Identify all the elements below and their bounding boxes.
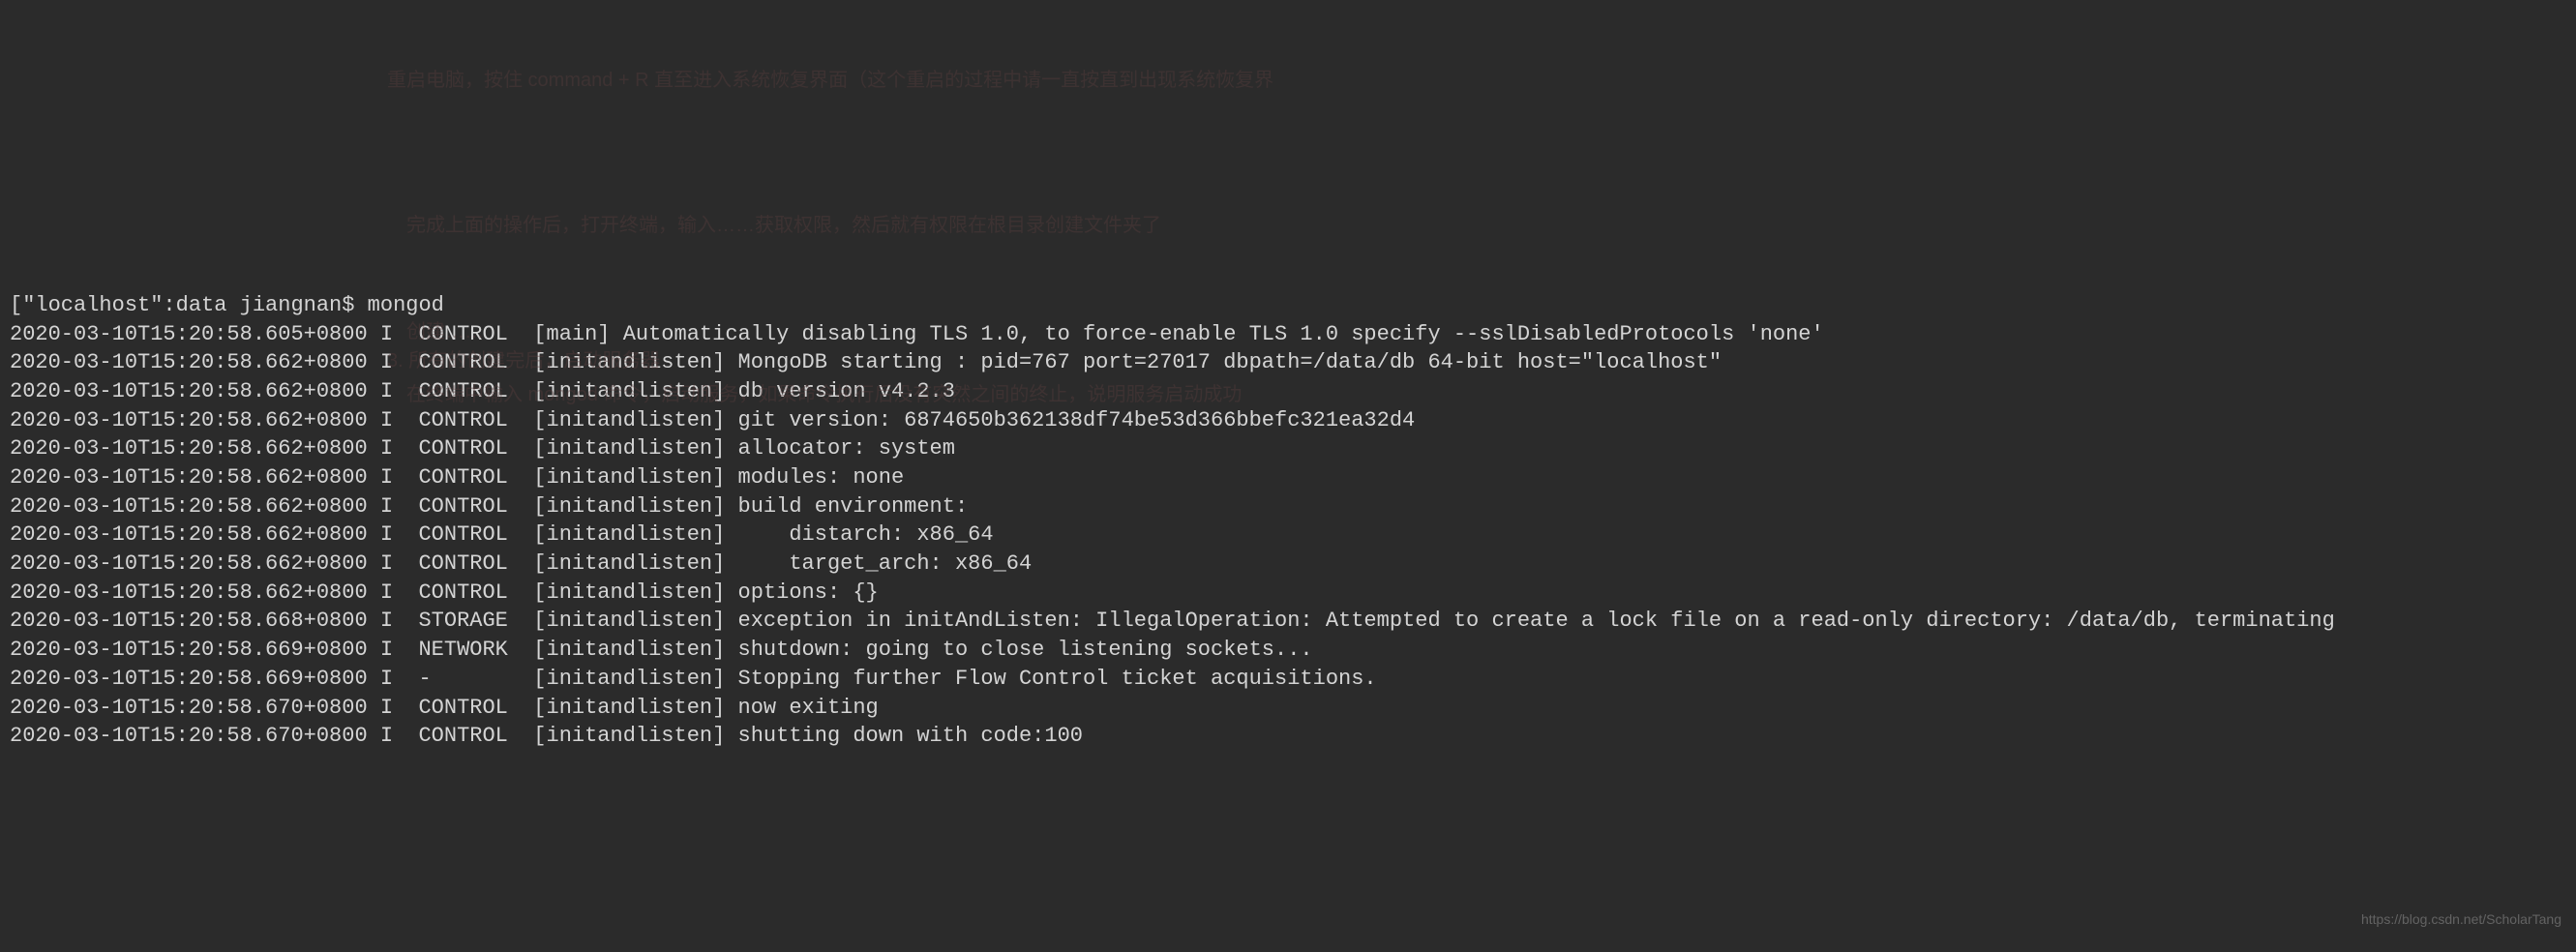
background-text-1: 重启电脑，按住 command + R 直至进入系统恢复界面（这个重启的过程中请… — [387, 68, 1273, 94]
terminal-prompt: ["localhost":data jiangnan$ mongod — [10, 293, 444, 317]
terminal-output[interactable]: ["localhost":data jiangnan$ mongod 2020-… — [10, 291, 2566, 751]
log-line: 2020-03-10T15:20:58.662+0800 I CONTROL [… — [10, 377, 2566, 406]
prompt-text: ["localhost":data jiangnan$ — [10, 293, 368, 317]
log-line: 2020-03-10T15:20:58.662+0800 I CONTROL [… — [10, 492, 2566, 521]
log-line: 2020-03-10T15:20:58.662+0800 I CONTROL [… — [10, 434, 2566, 463]
log-line: 2020-03-10T15:20:58.670+0800 I CONTROL [… — [10, 694, 2566, 723]
log-line: 2020-03-10T15:20:58.662+0800 I CONTROL [… — [10, 348, 2566, 377]
log-line: 2020-03-10T15:20:58.662+0800 I CONTROL [… — [10, 406, 2566, 435]
log-line: 2020-03-10T15:20:58.668+0800 I STORAGE [… — [10, 607, 2566, 636]
watermark-text: https://blog.csdn.net/ScholarTang — [2361, 910, 2561, 929]
log-line: 2020-03-10T15:20:58.662+0800 I CONTROL [… — [10, 579, 2566, 608]
log-line: 2020-03-10T15:20:58.669+0800 I - [initan… — [10, 665, 2566, 694]
log-line: 2020-03-10T15:20:58.662+0800 I CONTROL [… — [10, 521, 2566, 550]
background-text-2: 完成上面的操作后，打开终端，输入……获取权限，然后就有权限在根目录创建文件夹了 — [406, 213, 1161, 239]
log-line: 2020-03-10T15:20:58.605+0800 I CONTROL [… — [10, 320, 2566, 349]
log-line: 2020-03-10T15:20:58.662+0800 I CONTROL [… — [10, 550, 2566, 579]
log-line: 2020-03-10T15:20:58.670+0800 I CONTROL [… — [10, 722, 2566, 751]
log-line: 2020-03-10T15:20:58.669+0800 I NETWORK [… — [10, 636, 2566, 665]
command-text: mongod — [368, 293, 444, 317]
log-line: 2020-03-10T15:20:58.662+0800 I CONTROL [… — [10, 463, 2566, 492]
